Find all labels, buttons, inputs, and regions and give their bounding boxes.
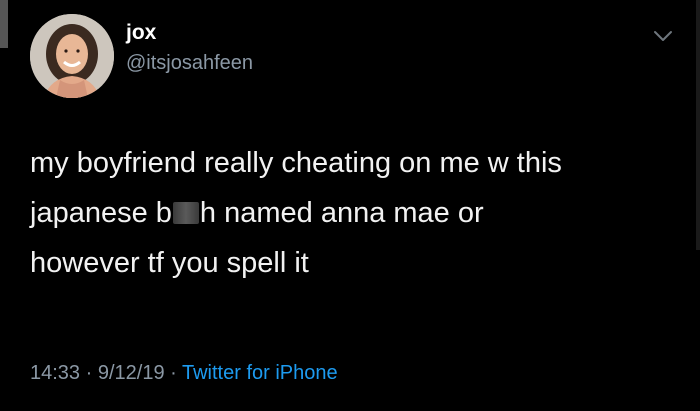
avatar[interactable] (30, 14, 114, 98)
display-name[interactable]: jox (126, 21, 156, 45)
tweet-source-link[interactable]: Twitter for iPhone (182, 362, 338, 384)
tweet-card: jox @itsjosahfeen my boyfriend really ch… (0, 0, 700, 411)
left-edge-artifact (0, 0, 8, 48)
tweet-line-2: japanese b h named anna mae or (30, 188, 680, 238)
meta-separator: · (80, 362, 98, 384)
tweet-line-2-start: japanese b (30, 197, 172, 229)
user-handle[interactable]: @itsjosahfeen (126, 52, 253, 75)
right-edge-artifact (696, 0, 700, 250)
avatar-image (30, 14, 114, 98)
tweet-line-3: however tf you spell it (30, 247, 309, 279)
tweet-meta: 14:33 · 9/12/19 · Twitter for iPhone (30, 362, 338, 385)
censor-blur (172, 202, 199, 224)
tweet-time[interactable]: 14:33 (30, 362, 80, 384)
tweet-text: my boyfriend really cheating on me w thi… (30, 138, 680, 288)
meta-separator: · (164, 362, 182, 384)
tweet-line-2-end: h named anna mae or (199, 197, 484, 229)
chevron-down-icon[interactable] (652, 28, 674, 44)
tweet-date[interactable]: 9/12/19 (98, 362, 165, 384)
tweet-line-1: my boyfriend really cheating on me w thi… (30, 147, 562, 179)
